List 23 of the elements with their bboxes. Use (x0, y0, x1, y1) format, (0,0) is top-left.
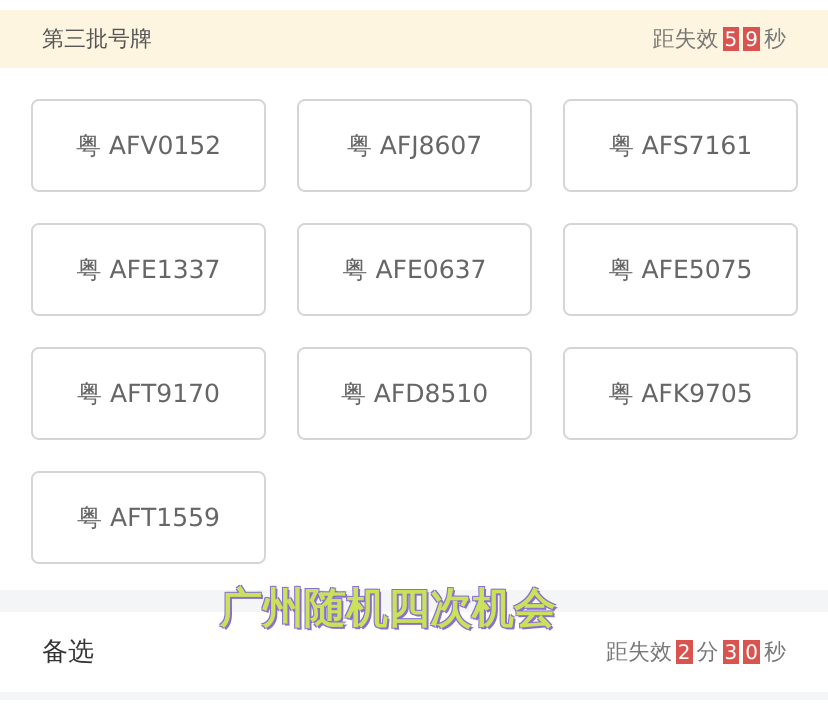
plate-option[interactable]: 粤 AFE0637 (297, 223, 532, 316)
countdown-digit: 2 (676, 640, 693, 664)
plate-option[interactable]: 粤 AFK9705 (563, 347, 798, 440)
plate-option[interactable]: 粤 AFE5075 (563, 223, 798, 316)
plate-option[interactable]: 粤 AFS7161 (563, 99, 798, 192)
countdown-digit: 0 (743, 640, 760, 664)
countdown-digit: 3 (722, 640, 740, 664)
countdown-label: 秒 (764, 26, 786, 54)
plate-option[interactable]: 粤 AFT1559 (31, 471, 266, 564)
section-title: 备选 (42, 636, 94, 668)
plate-option[interactable]: 粤 AFE1337 (31, 223, 266, 316)
plate-option[interactable]: 粤 AFD8510 (297, 347, 532, 440)
plate-option[interactable]: 粤 AFJ8607 (297, 99, 532, 192)
plate-option[interactable]: 粤 AFT9170 (31, 347, 266, 440)
countdown-label: 秒 (764, 638, 786, 666)
countdown-digit: 5 (722, 27, 740, 51)
countdown-label: 分 (696, 638, 719, 666)
plate-option[interactable]: 粤 AFV0152 (31, 99, 266, 192)
countdown-label: 距失效 (652, 26, 719, 54)
countdown-label: 距失效 (606, 638, 672, 666)
caption-text: 广州随机四次机会 (220, 582, 556, 634)
batch-title: 第三批号牌 (42, 26, 152, 54)
countdown-digit: 9 (743, 27, 760, 51)
